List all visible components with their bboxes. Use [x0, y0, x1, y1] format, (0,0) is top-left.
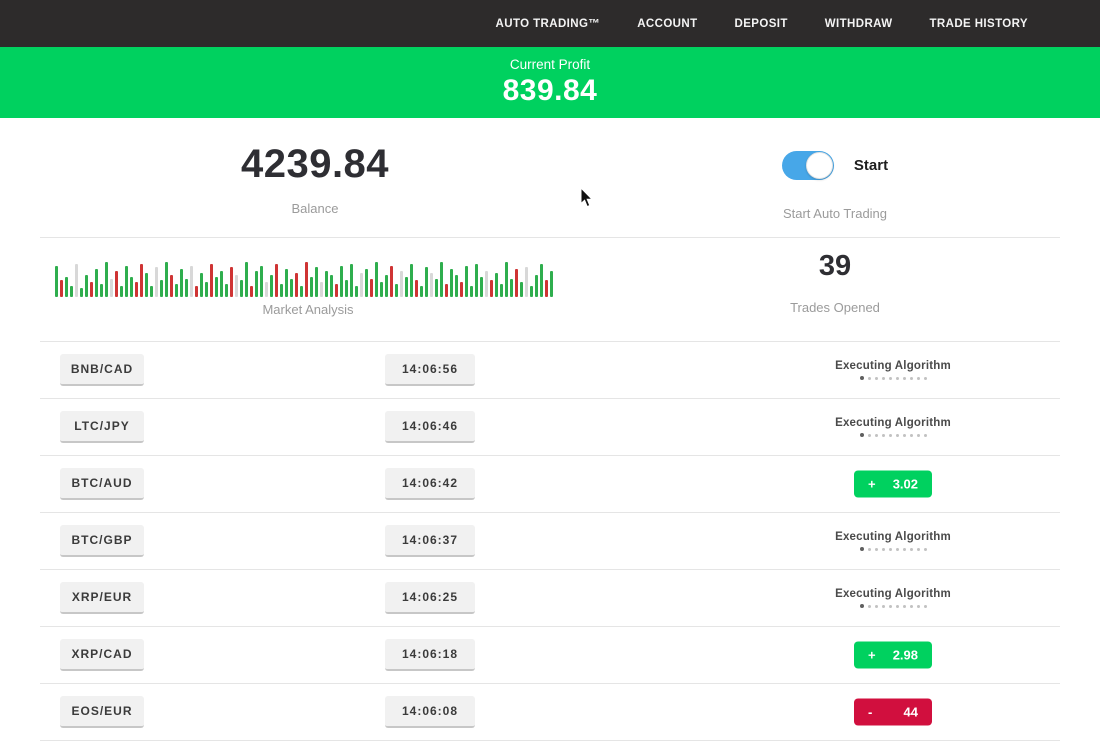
trade-status: Executing Algorithm: [803, 588, 983, 608]
table-row: BTC/GBP 14:06:37 Executing Algorithm: [40, 513, 1060, 570]
progress-dots: [803, 433, 983, 437]
nav-item-withdraw[interactable]: WITHDRAW: [825, 18, 893, 30]
table-row: EOS/EUR 14:06:08 - 44: [40, 684, 1060, 741]
current-profit-value: 839.84: [503, 74, 598, 108]
toggle-state-label: Start: [854, 157, 888, 174]
time-badge: 14:06:18: [385, 639, 475, 671]
stats-row-1: 4239.84 Balance Start Start Auto Trading: [0, 118, 1100, 237]
result-sign: +: [868, 648, 876, 663]
pair-badge: LTC/JPY: [60, 411, 144, 443]
status-label: Executing Algorithm: [803, 417, 983, 429]
trades-list: BNB/CAD 14:06:56 Executing Algorithm LTC…: [40, 341, 1060, 741]
table-row: XRP/CAD 14:06:18 + 2.98: [40, 627, 1060, 684]
balance-label: Balance: [120, 201, 510, 216]
trades-opened-value: 39: [700, 250, 970, 283]
market-analysis-chart: [55, 260, 561, 297]
pair-badge: XRP/EUR: [60, 582, 144, 614]
top-nav: AUTO TRADING™ ACCOUNT DEPOSIT WITHDRAW T…: [0, 0, 1100, 47]
table-row: LTC/JPY 14:06:46 Executing Algorithm: [40, 399, 1060, 456]
nav-item-deposit[interactable]: DEPOSIT: [735, 18, 788, 30]
auto-trading-toggle-group: Start: [700, 151, 970, 180]
status-label: Executing Algorithm: [803, 360, 983, 372]
status-executing: Executing Algorithm: [803, 417, 983, 437]
balance-block: 4239.84 Balance: [120, 142, 510, 216]
trade-status: Executing Algorithm: [803, 531, 983, 551]
stats-row-2: Market Analysis 39 Trades Opened: [0, 238, 1100, 341]
nav-item-trade-history[interactable]: TRADE HISTORY: [930, 18, 1029, 30]
trade-status: + 3.02: [803, 471, 983, 498]
balance-value: 4239.84: [120, 142, 510, 187]
result-badge: + 3.02: [854, 471, 932, 498]
table-row: BTC/AUD 14:06:42 + 3.02: [40, 456, 1060, 513]
status-label: Executing Algorithm: [803, 588, 983, 600]
result-value: 3.02: [893, 477, 918, 492]
current-profit-banner: Current Profit 839.84: [0, 47, 1100, 118]
result-value: 2.98: [893, 648, 918, 663]
nav-item-account[interactable]: ACCOUNT: [637, 18, 697, 30]
status-executing: Executing Algorithm: [803, 360, 983, 380]
table-row: XRP/EUR 14:06:25 Executing Algorithm: [40, 570, 1060, 627]
pair-badge: BTC/AUD: [60, 468, 144, 500]
progress-dots: [803, 547, 983, 551]
trade-status: Executing Algorithm: [803, 417, 983, 437]
nav-item-auto-trading[interactable]: AUTO TRADING™: [496, 18, 601, 30]
trades-opened-label: Trades Opened: [700, 300, 970, 315]
start-auto-trading-label: Start Auto Trading: [700, 206, 970, 221]
trade-status: Executing Algorithm: [803, 360, 983, 380]
time-badge: 14:06:46: [385, 411, 475, 443]
market-analysis-label: Market Analysis: [55, 302, 561, 317]
result-badge: - 44: [854, 699, 932, 726]
time-badge: 14:06:56: [385, 354, 475, 386]
result-sign: +: [868, 477, 876, 492]
auto-trading-app: AUTO TRADING™ ACCOUNT DEPOSIT WITHDRAW T…: [0, 0, 1100, 742]
status-executing: Executing Algorithm: [803, 588, 983, 608]
toggle-knob-icon: [806, 152, 833, 179]
trade-status: + 2.98: [803, 642, 983, 669]
result-value: 44: [904, 705, 918, 720]
status-label: Executing Algorithm: [803, 531, 983, 543]
trade-status: - 44: [803, 699, 983, 726]
current-profit-label: Current Profit: [510, 57, 590, 72]
time-badge: 14:06:37: [385, 525, 475, 557]
status-executing: Executing Algorithm: [803, 531, 983, 551]
pair-badge: BTC/GBP: [60, 525, 144, 557]
time-badge: 14:06:42: [385, 468, 475, 500]
pair-badge: EOS/EUR: [60, 696, 144, 728]
result-sign: -: [868, 705, 872, 720]
pair-badge: XRP/CAD: [60, 639, 144, 671]
time-badge: 14:06:08: [385, 696, 475, 728]
progress-dots: [803, 376, 983, 380]
auto-trading-toggle[interactable]: [782, 151, 834, 180]
pair-badge: BNB/CAD: [60, 354, 144, 386]
progress-dots: [803, 604, 983, 608]
time-badge: 14:06:25: [385, 582, 475, 614]
result-badge: + 2.98: [854, 642, 932, 669]
table-row: BNB/CAD 14:06:56 Executing Algorithm: [40, 342, 1060, 399]
